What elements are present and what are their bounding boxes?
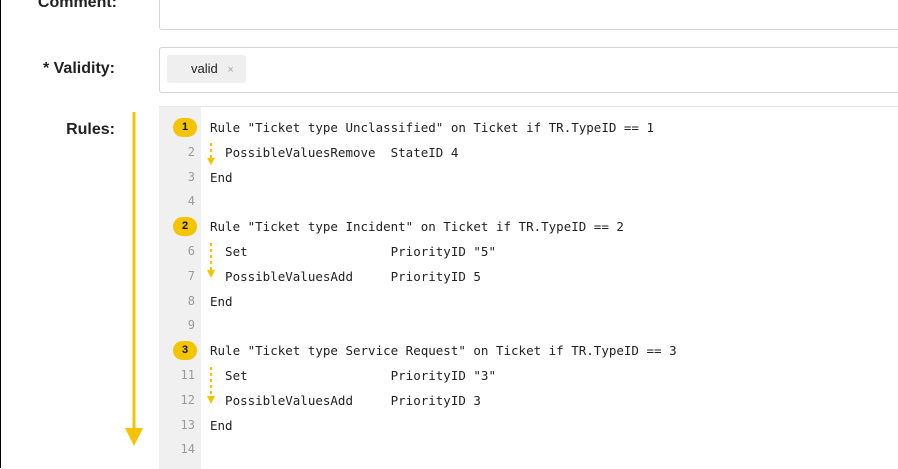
line-number: 2 [187,144,195,159]
code-text: End [210,417,233,433]
line-number: 3 [187,169,195,184]
line-number: 13 [180,417,195,432]
code-text: PossibleValuesRemove StateID 4 [210,144,459,160]
code-text: PossibleValuesAdd PriorityID 5 [210,268,481,284]
line-number: 9 [187,318,195,333]
rules-code-editor[interactable]: 1 Rule "Ticket type Unclassified" on Tick… [159,106,898,469]
code-line: 11 Set PriorityID "3" [159,363,898,388]
line-number: 4 [187,194,195,209]
code-line: 3 End [159,165,898,190]
code-line: 14 [159,437,898,462]
code-line: 6 Set PriorityID "5" [159,239,898,264]
code-text: PossibleValuesAdd PriorityID 3 [210,392,481,408]
code-line: 2 PossibleValuesRemove StateID 4 [159,140,898,165]
line-number: 6 [187,244,195,258]
code-text: Rule "Ticket type Unclassified" on Ticke… [210,120,655,135]
rule-number-badge: 3 [173,341,197,361]
code-line: 12 PossibleValuesAdd PriorityID 3 [159,388,898,413]
code-text: Rule "Ticket type Incident" on Ticket if… [210,219,624,235]
code-text: End [210,169,233,185]
code-text: Set PriorityID "3" [210,368,496,383]
rule-number-badge: 2 [173,217,197,237]
code-line: 3 Rule "Ticket type Service Request" on T… [159,338,898,363]
rule-number-badge: 1 [173,118,197,137]
line-number: 14 [180,442,195,457]
code-text: End [210,293,233,309]
code-text: Set PriorityID "5" [210,244,496,259]
line-number: 11 [180,368,195,382]
code-text: Rule "Ticket type Service Request" on Ti… [210,343,677,359]
code-line: 9 [159,313,898,338]
line-number: 12 [180,392,195,407]
code-line: 2 Rule "Ticket type Incident" on Ticket i… [159,214,898,239]
line-number: 8 [187,293,195,308]
rule-edit-form: Comment: * Validity: valid × Rules: 1 Rul… [0,0,898,469]
line-number: 7 [187,268,195,283]
code-line: 1 Rule "Ticket type Unclassified" on Tick… [159,115,898,140]
code-line: 7 PossibleValuesAdd PriorityID 5 [159,264,898,289]
code-line: 13 End [159,413,898,438]
code-line: 8 End [159,289,898,314]
code-line: 4 [159,189,898,214]
rules-flow-arrow-head [125,428,143,446]
